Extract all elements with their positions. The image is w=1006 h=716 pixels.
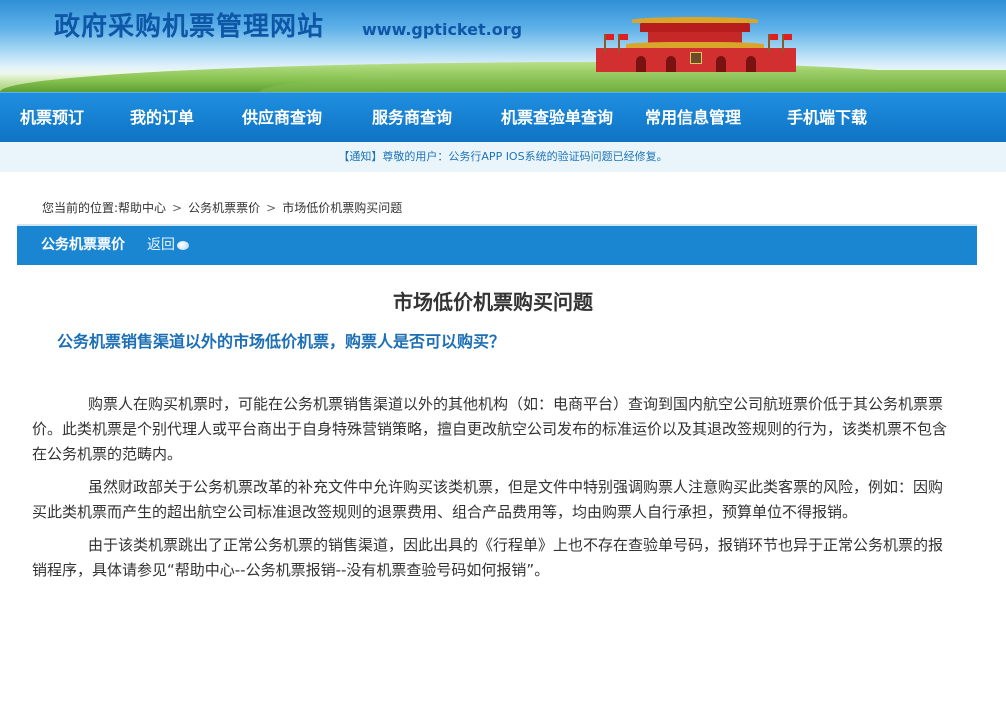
main-nav: 机票预订 我的订单 供应商查询 服务商查询 机票查验单查询 常用信息管理 手机端… [0, 92, 1006, 142]
back-label: 返回 [147, 237, 175, 253]
nav-item-service-query[interactable]: 服务商查询 [372, 93, 452, 143]
breadcrumb-help-center[interactable]: 您当前的位置:帮助中心 [42, 199, 166, 216]
article-question: 公务机票销售渠道以外的市场低价机票，购票人是否可以购买？ [57, 332, 506, 351]
article-body: 购票人在购买机票时，可能在公务机票销售渠道以外的其他机构（如：电商平台）查询到国… [32, 392, 956, 591]
site-url: www.gpticket.org [362, 20, 523, 39]
nav-item-flight-booking[interactable]: 机票预订 [20, 93, 84, 143]
site-title[interactable]: 政府采购机票管理网站 [54, 6, 324, 43]
nav-item-my-orders[interactable]: 我的订单 [130, 93, 194, 143]
notice-bar: 【通知】尊敬的用户：公务行APP IOS系统的验证码问题已经修复。 [0, 142, 1006, 172]
section-title: 公务机票票价 [41, 237, 125, 253]
article-paragraph: 虽然财政部关于公务机票改革的补充文件中允许购买该类机票，但是文件中特别强调购票人… [32, 478, 944, 521]
tiananmen-illustration [596, 14, 796, 74]
nav-item-info-management[interactable]: 常用信息管理 [645, 93, 741, 143]
nav-item-supplier-query[interactable]: 供应商查询 [242, 93, 322, 143]
header-banner: 政府采购机票管理网站 www.gpticket.org [0, 0, 1006, 92]
breadcrumb-current: 市场低价机票购买问题 [282, 201, 403, 215]
breadcrumb-separator: > [266, 201, 277, 215]
back-arrow-icon [177, 240, 189, 250]
article-paragraph: 购票人在购买机票时，可能在公务机票销售渠道以外的其他机构（如：电商平台）查询到国… [32, 395, 948, 463]
breadcrumb-separator: > [172, 201, 183, 215]
notice-text[interactable]: 【通知】尊敬的用户：公务行APP IOS系统的验证码问题已经修复。 [338, 150, 667, 163]
nav-item-mobile-download[interactable]: 手机端下载 [787, 93, 867, 143]
breadcrumb-fare-category[interactable]: 公务机票票价 [188, 199, 260, 216]
article-paragraph: 由于该类机票跳出了正常公务机票的销售渠道，因此出具的《行程单》上也不存在查验单号… [32, 536, 944, 579]
back-button[interactable]: 返回 [147, 226, 189, 265]
nav-item-verification-query[interactable]: 机票查验单查询 [501, 93, 613, 143]
breadcrumb: 您当前的位置:帮助中心 > 公务机票票价 > 市场低价机票购买问题 [42, 199, 402, 216]
article-title: 市场低价机票购买问题 [393, 290, 593, 314]
section-header: 公务机票票价 返回 [17, 224, 977, 265]
